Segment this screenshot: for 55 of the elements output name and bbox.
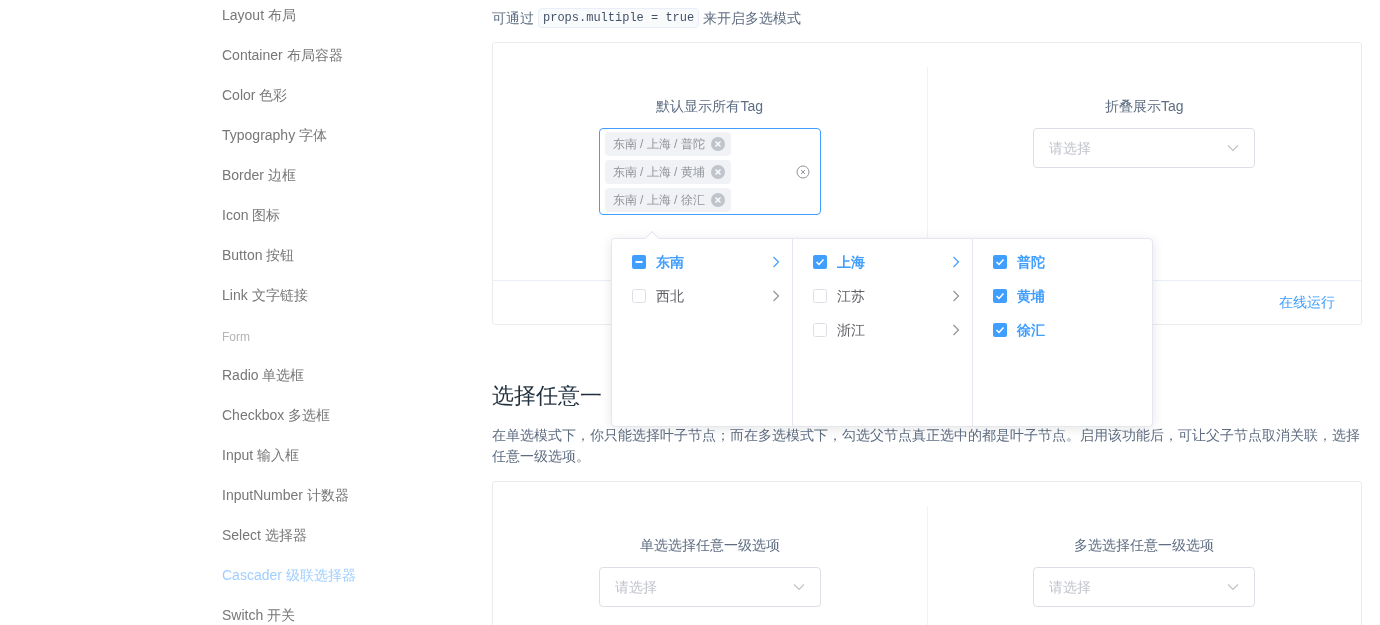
checkbox[interactable] xyxy=(632,289,646,303)
checkbox[interactable] xyxy=(993,255,1007,269)
section-heading: 选择任意一 xyxy=(492,382,603,410)
cascader-option[interactable]: 江苏 xyxy=(793,279,972,313)
cascader-option[interactable]: 上海 xyxy=(793,245,972,279)
checkbox[interactable] xyxy=(813,323,827,337)
tag-text: 东南 / 上海 / 徐汇 xyxy=(612,192,705,209)
sidebar-item[interactable]: Link 文字链接 xyxy=(222,285,492,305)
sidebar-item[interactable]: Select 选择器 xyxy=(222,525,492,545)
close-icon xyxy=(710,165,725,179)
close-icon xyxy=(710,137,725,151)
tag-text: 东南 / 上海 / 黄埔 xyxy=(612,164,705,181)
checkbox[interactable] xyxy=(993,323,1007,337)
chevron-down-icon xyxy=(1227,583,1240,591)
cascader-option[interactable]: 东南 xyxy=(612,245,792,279)
intro-text: 来开启多选模式 xyxy=(703,8,802,28)
cascader-option[interactable]: 黄埔 xyxy=(973,279,1152,313)
cascader-option[interactable]: 徐汇 xyxy=(973,313,1152,347)
intro-text: 可通过 xyxy=(492,8,534,28)
demo-title: 单选选择任意一级选项 xyxy=(639,536,780,555)
sidebar-item[interactable]: Container 布局容器 xyxy=(222,45,492,65)
placeholder-text: 请选择 xyxy=(1049,138,1092,158)
run-online-link[interactable]: 在线运行 xyxy=(1279,292,1335,313)
sidebar-item[interactable]: Switch 开关 xyxy=(222,605,492,625)
cascader-field[interactable]: 东南 / 上海 / 普陀 东南 / 上海 / 黄埔 东南 / 上海 / 徐汇 xyxy=(598,128,821,215)
chevron-down-icon xyxy=(792,583,805,591)
checkbox[interactable] xyxy=(993,289,1007,303)
sidebar-item[interactable]: Typography 字体 xyxy=(222,125,492,145)
clear-icon xyxy=(795,165,810,179)
sidebar-item[interactable]: Button 按钮 xyxy=(222,245,492,265)
sidebar-item[interactable]: Checkbox 多选框 xyxy=(222,405,492,425)
checkbox[interactable] xyxy=(813,255,827,269)
chevron-down-icon xyxy=(1227,144,1240,152)
cascader-option[interactable]: 浙江 xyxy=(793,313,972,347)
cascader-option[interactable]: 普陀 xyxy=(973,245,1152,279)
group-label: Form xyxy=(222,329,251,345)
section-description: 在单选模式下，你只能选择叶子节点；而在多选模式下，勾选父节点真正选中的都是叶子节点。启用该功能后，可让父子节点取消关联，选择任意一级选项。 xyxy=(492,426,1361,466)
sidebar-item[interactable]: InputNumber 计数器 xyxy=(222,485,492,505)
checkbox[interactable] xyxy=(632,255,646,269)
tag-text: 东南 / 上海 / 普陀 xyxy=(612,136,705,153)
placeholder-text: 请选择 xyxy=(1049,577,1092,597)
sidebar-item[interactable]: Input 输入框 xyxy=(222,445,492,465)
sidebar-item[interactable]: Layout 布局 xyxy=(222,5,492,25)
cascader-option[interactable]: 西北 xyxy=(612,279,792,313)
sidebar-item[interactable]: Icon 图标 xyxy=(222,205,492,225)
demo-title: 折叠展示Tag xyxy=(1104,97,1184,116)
sidebar-item[interactable]: Color 色彩 xyxy=(222,85,492,105)
demo-title: 多选选择任意一级选项 xyxy=(1074,536,1215,555)
demo-title: 默认显示所有Tag xyxy=(656,97,764,116)
sidebar-item[interactable]: Radio 单选框 xyxy=(222,365,492,385)
inline-code: props.multiple = true xyxy=(538,8,700,28)
placeholder-text: 请选择 xyxy=(614,577,657,597)
close-icon xyxy=(710,193,725,207)
sidebar-item[interactable]: Border 边框 xyxy=(222,165,492,185)
checkbox[interactable] xyxy=(813,289,827,303)
